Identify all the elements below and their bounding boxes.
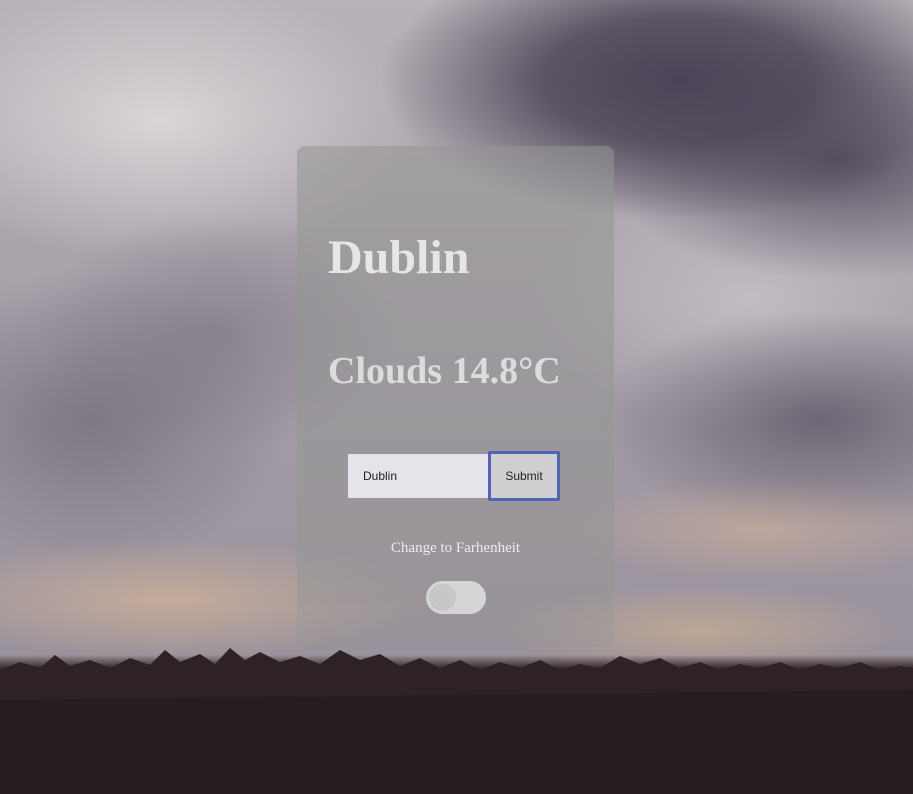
unit-toggle-label: Change to Farhenheit [390,540,521,556]
background-vegetation [0,648,913,794]
temperature-value: 14.8°C [451,350,561,392]
weather-description: Clouds [328,350,443,392]
city-search-input[interactable] [348,454,488,498]
submit-button[interactable]: Submit [488,451,560,501]
weather-summary: Clouds 14.8°C [328,346,561,396]
toggle-knob [429,584,456,611]
city-name: Dublin [328,231,470,284]
fahrenheit-toggle[interactable] [426,581,486,614]
